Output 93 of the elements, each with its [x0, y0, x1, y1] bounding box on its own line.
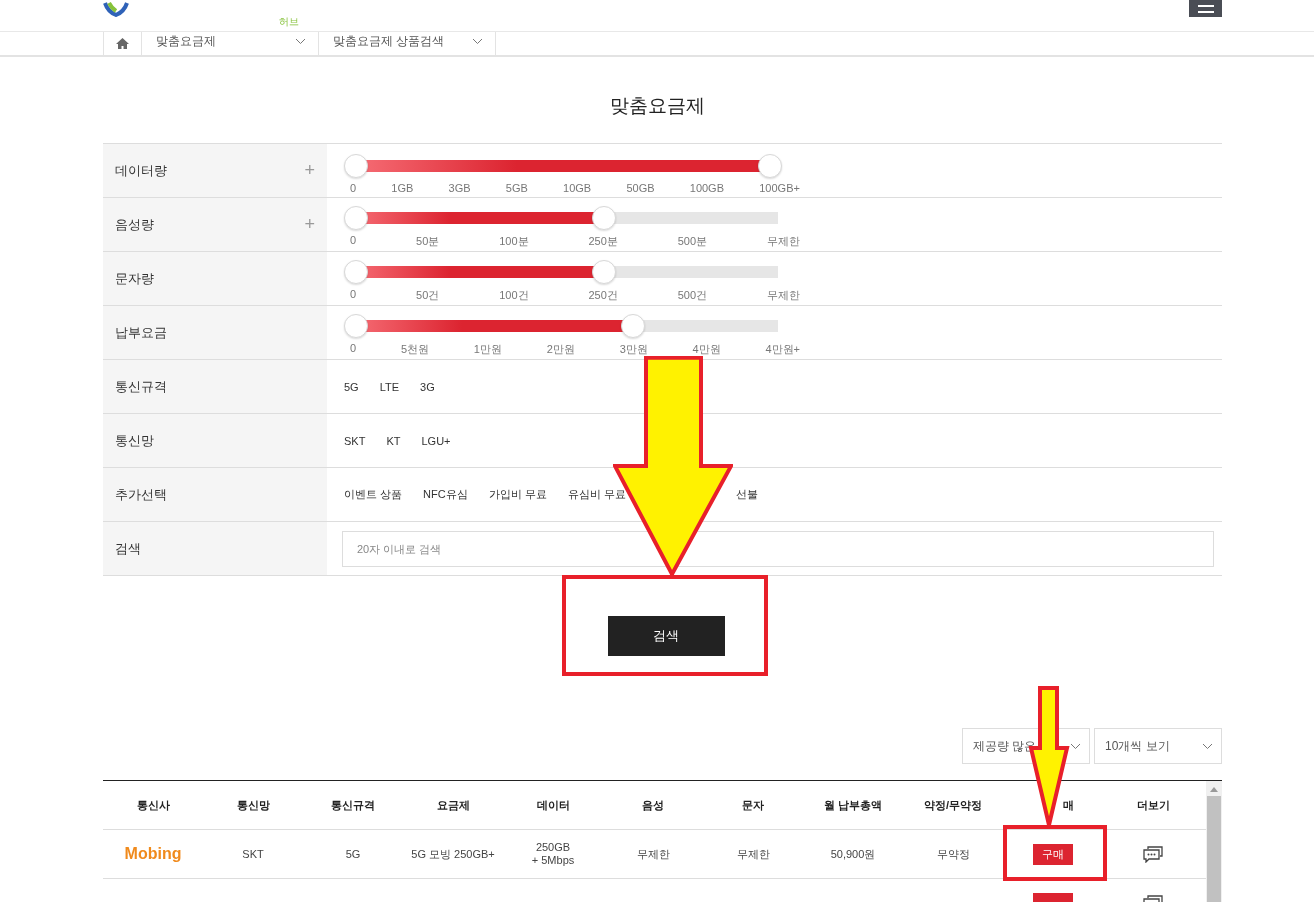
filter-option[interactable]: 유심비 무료 — [567, 487, 626, 502]
tick-label: 50GB — [626, 181, 655, 194]
column-header: 요금제 — [435, 797, 471, 813]
filter-option[interactable]: 5G — [344, 380, 359, 393]
filter-label: 통신망 — [115, 431, 154, 450]
slider-handle[interactable] — [592, 260, 617, 284]
tick-label: 1만원 — [473, 342, 502, 357]
search-button[interactable]: 검색 — [607, 616, 725, 656]
tick-label: 5GB — [505, 181, 528, 194]
table-cell-text: 250GB + 5Mbps — [530, 841, 576, 867]
filter-label: 납부요금 — [115, 323, 167, 342]
tick-label: 100GB+ — [759, 181, 800, 194]
page-title: 맞춤요금제 — [608, 94, 706, 118]
tick-label: 무제한 — [767, 234, 800, 249]
tick-label: 10GB — [563, 181, 592, 194]
tick-label: 4만원+ — [765, 342, 800, 357]
slider-handle[interactable] — [621, 314, 646, 338]
tick-label: 100GB — [689, 181, 724, 194]
column-header: 통신망 — [235, 797, 271, 813]
filter-option[interactable]: 가입비 무료 — [488, 487, 547, 502]
chevron-down-icon — [472, 38, 483, 45]
filter-option[interactable]: 3G — [420, 380, 435, 393]
tick-label: 0 — [350, 234, 357, 248]
table-cell-text: 5G — [344, 847, 362, 861]
slider-handle[interactable] — [344, 153, 368, 178]
filter-label: 음성량 — [115, 215, 154, 234]
table-cell-text: 50,900원 — [829, 847, 877, 861]
tick-label: 무제한 — [767, 288, 800, 303]
tick-label: 3GB — [448, 181, 471, 194]
column-header: 약정/무약정 — [922, 797, 984, 813]
tick-label: 3만원 — [619, 342, 648, 357]
tick-label: 250건 — [588, 288, 618, 303]
tick-label: 0 — [350, 342, 357, 356]
scrollbar[interactable] — [1206, 781, 1222, 902]
tick-label: 5천원 — [400, 342, 430, 357]
filter-option[interactable]: LGU+ — [421, 434, 451, 447]
logo-icon — [103, 1, 129, 17]
slider-handle[interactable] — [344, 206, 368, 230]
column-header: 음성 — [641, 797, 665, 813]
tick-label: 0 — [350, 288, 357, 302]
column-header: 더보기 — [1135, 797, 1171, 813]
sort-select[interactable]: 10개씩 보기 — [1094, 728, 1222, 764]
slider-handle[interactable] — [758, 153, 782, 178]
tick-label: 500건 — [677, 288, 708, 303]
tick-label: 2만원 — [546, 342, 575, 357]
logo-subtitle: 허브 — [279, 15, 299, 29]
tick-label: 500분 — [677, 234, 708, 249]
column-header: 월 납부총액 — [822, 797, 884, 813]
table-cell-text: 무제한 — [635, 847, 671, 861]
buy-button[interactable]: 구매 — [1033, 843, 1073, 865]
breadcrumb-select[interactable]: 맞춤요금제 상품검색 — [318, 32, 496, 55]
filter-option[interactable]: LTE — [379, 380, 400, 393]
filter-label: 데이터량 — [115, 161, 167, 180]
tick-label: 50분 — [416, 234, 440, 249]
filter-option[interactable]: 선불 — [735, 487, 758, 502]
chevron-down-icon — [1070, 742, 1081, 750]
table-cell-text: 무약정 — [935, 847, 971, 861]
tick-label: 250분 — [588, 234, 618, 249]
slider-handle[interactable] — [592, 206, 617, 230]
filter-option[interactable]: 이벤트 상품 — [344, 487, 403, 502]
filter-option[interactable]: NFC유심 — [423, 487, 468, 502]
filter-option[interactable]: KT — [386, 434, 401, 447]
table-cell-text: 5G 모빙 250GB+ — [410, 847, 496, 861]
column-header: 매 — [1062, 797, 1075, 813]
filter-label: 문자량 — [115, 269, 154, 288]
home-icon[interactable] — [116, 38, 129, 49]
filter-label: 추가선택 — [115, 485, 167, 504]
tick-label: 1GB — [391, 181, 414, 194]
menu-button[interactable] — [1189, 0, 1222, 17]
tick-label: 0 — [350, 181, 357, 194]
chat-icon[interactable] — [1143, 845, 1163, 863]
menu-icon — [1197, 5, 1214, 13]
column-header: 통신사 — [135, 797, 171, 813]
column-header: 문자 — [741, 797, 765, 813]
filter-label: 검색 — [115, 539, 141, 558]
tick-label: 100건 — [499, 288, 529, 303]
column-header: 데이터 — [535, 797, 571, 813]
search-field[interactable]: 20자 이내로 검색 — [342, 530, 1214, 567]
slider-handle[interactable] — [344, 314, 368, 338]
table-cell-text: SKT — [241, 847, 265, 861]
filter-label: 통신규격 — [115, 377, 167, 396]
tick-label: 100분 — [499, 234, 529, 249]
chevron-down-icon — [1202, 742, 1213, 750]
slider-handle[interactable] — [344, 260, 368, 284]
chevron-down-icon — [295, 38, 306, 45]
breadcrumb-select[interactable]: 맞춤요금제 — [141, 32, 318, 55]
tick-label: 50건 — [416, 288, 440, 303]
tick-label: 4만원 — [692, 342, 721, 357]
scroll-up-icon[interactable] — [1210, 787, 1218, 792]
table-cell-text: 무제한 — [735, 847, 771, 861]
carrier-logo: Mobing — [124, 845, 182, 863]
filter-option[interactable]: SKT — [344, 434, 366, 447]
column-header: 통신규격 — [330, 797, 376, 813]
